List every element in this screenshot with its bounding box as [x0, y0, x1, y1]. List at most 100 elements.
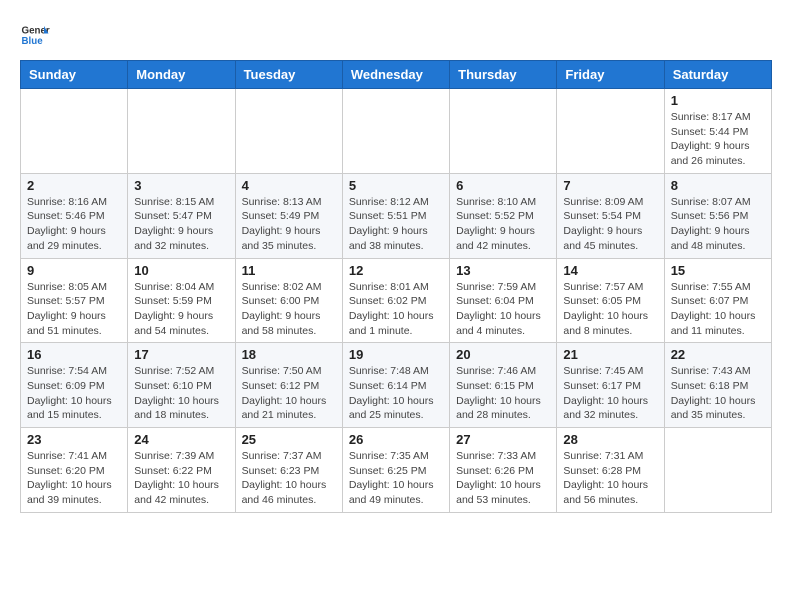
day-number: 24: [134, 432, 228, 447]
day-info: Sunrise: 8:17 AM Sunset: 5:44 PM Dayligh…: [671, 110, 765, 169]
calendar-cell: 20 Sunrise: 7:46 AM Sunset: 6:15 PM Dayli…: [450, 343, 557, 428]
day-number: 19: [349, 347, 443, 362]
day-number: 16: [27, 347, 121, 362]
calendar-cell: [235, 89, 342, 174]
day-info: Sunrise: 8:13 AM Sunset: 5:49 PM Dayligh…: [242, 195, 336, 254]
day-info: Sunrise: 8:01 AM Sunset: 6:02 PM Dayligh…: [349, 280, 443, 339]
day-number: 8: [671, 178, 765, 193]
day-of-week-thursday: Thursday: [450, 61, 557, 89]
day-info: Sunrise: 7:50 AM Sunset: 6:12 PM Dayligh…: [242, 364, 336, 423]
calendar-cell: [342, 89, 449, 174]
calendar-cell: 2 Sunrise: 8:16 AM Sunset: 5:46 PM Daylig…: [21, 173, 128, 258]
week-row-4: 16 Sunrise: 7:54 AM Sunset: 6:09 PM Dayli…: [21, 343, 772, 428]
calendar-cell: 4 Sunrise: 8:13 AM Sunset: 5:49 PM Daylig…: [235, 173, 342, 258]
day-info: Sunrise: 7:46 AM Sunset: 6:15 PM Dayligh…: [456, 364, 550, 423]
day-number: 17: [134, 347, 228, 362]
day-number: 22: [671, 347, 765, 362]
calendar-cell: 28 Sunrise: 7:31 AM Sunset: 6:28 PM Dayli…: [557, 428, 664, 513]
page-header: General Blue: [20, 20, 772, 50]
day-info: Sunrise: 8:04 AM Sunset: 5:59 PM Dayligh…: [134, 280, 228, 339]
week-row-2: 2 Sunrise: 8:16 AM Sunset: 5:46 PM Daylig…: [21, 173, 772, 258]
logo-icon: General Blue: [20, 20, 50, 50]
day-number: 11: [242, 263, 336, 278]
day-number: 28: [563, 432, 657, 447]
day-info: Sunrise: 7:48 AM Sunset: 6:14 PM Dayligh…: [349, 364, 443, 423]
day-of-week-saturday: Saturday: [664, 61, 771, 89]
calendar-cell: 17 Sunrise: 7:52 AM Sunset: 6:10 PM Dayli…: [128, 343, 235, 428]
day-info: Sunrise: 7:31 AM Sunset: 6:28 PM Dayligh…: [563, 449, 657, 508]
day-info: Sunrise: 7:45 AM Sunset: 6:17 PM Dayligh…: [563, 364, 657, 423]
day-number: 27: [456, 432, 550, 447]
calendar-body: 1Sunrise: 8:17 AM Sunset: 5:44 PM Daylig…: [21, 89, 772, 513]
calendar-cell: 19 Sunrise: 7:48 AM Sunset: 6:14 PM Dayli…: [342, 343, 449, 428]
day-of-week-friday: Friday: [557, 61, 664, 89]
calendar-cell: 21 Sunrise: 7:45 AM Sunset: 6:17 PM Dayli…: [557, 343, 664, 428]
day-info: Sunrise: 7:41 AM Sunset: 6:20 PM Dayligh…: [27, 449, 121, 508]
day-info: Sunrise: 7:35 AM Sunset: 6:25 PM Dayligh…: [349, 449, 443, 508]
day-info: Sunrise: 8:15 AM Sunset: 5:47 PM Dayligh…: [134, 195, 228, 254]
day-number: 20: [456, 347, 550, 362]
calendar-cell: [557, 89, 664, 174]
calendar-cell: 27 Sunrise: 7:33 AM Sunset: 6:26 PM Dayli…: [450, 428, 557, 513]
calendar-table: SundayMondayTuesdayWednesdayThursdayFrid…: [20, 60, 772, 513]
calendar-cell: 5Sunrise: 8:12 AM Sunset: 5:51 PM Daylig…: [342, 173, 449, 258]
day-info: Sunrise: 7:52 AM Sunset: 6:10 PM Dayligh…: [134, 364, 228, 423]
day-info: Sunrise: 7:39 AM Sunset: 6:22 PM Dayligh…: [134, 449, 228, 508]
logo: General Blue: [20, 20, 54, 50]
day-info: Sunrise: 7:33 AM Sunset: 6:26 PM Dayligh…: [456, 449, 550, 508]
day-number: 9: [27, 263, 121, 278]
calendar-cell: 22Sunrise: 7:43 AM Sunset: 6:18 PM Dayli…: [664, 343, 771, 428]
calendar-cell: 6 Sunrise: 8:10 AM Sunset: 5:52 PM Daylig…: [450, 173, 557, 258]
day-number: 25: [242, 432, 336, 447]
svg-text:Blue: Blue: [22, 36, 44, 47]
day-info: Sunrise: 8:05 AM Sunset: 5:57 PM Dayligh…: [27, 280, 121, 339]
calendar-cell: 13Sunrise: 7:59 AM Sunset: 6:04 PM Dayli…: [450, 258, 557, 343]
day-number: 12: [349, 263, 443, 278]
day-number: 21: [563, 347, 657, 362]
day-number: 14: [563, 263, 657, 278]
calendar-cell: 23 Sunrise: 7:41 AM Sunset: 6:20 PM Dayli…: [21, 428, 128, 513]
week-row-5: 23 Sunrise: 7:41 AM Sunset: 6:20 PM Dayli…: [21, 428, 772, 513]
day-info: Sunrise: 8:16 AM Sunset: 5:46 PM Dayligh…: [27, 195, 121, 254]
calendar-cell: 1Sunrise: 8:17 AM Sunset: 5:44 PM Daylig…: [664, 89, 771, 174]
calendar-cell: 9 Sunrise: 8:05 AM Sunset: 5:57 PM Daylig…: [21, 258, 128, 343]
calendar-cell: 25 Sunrise: 7:37 AM Sunset: 6:23 PM Dayli…: [235, 428, 342, 513]
day-of-week-tuesday: Tuesday: [235, 61, 342, 89]
day-info: Sunrise: 8:02 AM Sunset: 6:00 PM Dayligh…: [242, 280, 336, 339]
day-number: 15: [671, 263, 765, 278]
calendar-cell: 3 Sunrise: 8:15 AM Sunset: 5:47 PM Daylig…: [128, 173, 235, 258]
day-number: 18: [242, 347, 336, 362]
day-number: 2: [27, 178, 121, 193]
day-info: Sunrise: 8:09 AM Sunset: 5:54 PM Dayligh…: [563, 195, 657, 254]
day-number: 10: [134, 263, 228, 278]
day-of-week-wednesday: Wednesday: [342, 61, 449, 89]
day-number: 4: [242, 178, 336, 193]
day-number: 23: [27, 432, 121, 447]
calendar-cell: [128, 89, 235, 174]
calendar-cell: 7 Sunrise: 8:09 AM Sunset: 5:54 PM Daylig…: [557, 173, 664, 258]
calendar-cell: [664, 428, 771, 513]
calendar-cell: 14Sunrise: 7:57 AM Sunset: 6:05 PM Dayli…: [557, 258, 664, 343]
calendar-cell: 11 Sunrise: 8:02 AM Sunset: 6:00 PM Dayli…: [235, 258, 342, 343]
day-info: Sunrise: 8:10 AM Sunset: 5:52 PM Dayligh…: [456, 195, 550, 254]
day-info: Sunrise: 7:54 AM Sunset: 6:09 PM Dayligh…: [27, 364, 121, 423]
day-info: Sunrise: 7:59 AM Sunset: 6:04 PM Dayligh…: [456, 280, 550, 339]
day-of-week-sunday: Sunday: [21, 61, 128, 89]
day-of-week-monday: Monday: [128, 61, 235, 89]
day-number: 7: [563, 178, 657, 193]
calendar-header: SundayMondayTuesdayWednesdayThursdayFrid…: [21, 61, 772, 89]
calendar-cell: 8 Sunrise: 8:07 AM Sunset: 5:56 PM Daylig…: [664, 173, 771, 258]
day-info: Sunrise: 7:37 AM Sunset: 6:23 PM Dayligh…: [242, 449, 336, 508]
day-number: 5: [349, 178, 443, 193]
day-number: 3: [134, 178, 228, 193]
day-info: Sunrise: 7:55 AM Sunset: 6:07 PM Dayligh…: [671, 280, 765, 339]
week-row-3: 9 Sunrise: 8:05 AM Sunset: 5:57 PM Daylig…: [21, 258, 772, 343]
calendar-cell: 18 Sunrise: 7:50 AM Sunset: 6:12 PM Dayli…: [235, 343, 342, 428]
day-info: Sunrise: 8:07 AM Sunset: 5:56 PM Dayligh…: [671, 195, 765, 254]
day-number: 26: [349, 432, 443, 447]
calendar-cell: [21, 89, 128, 174]
week-row-1: 1Sunrise: 8:17 AM Sunset: 5:44 PM Daylig…: [21, 89, 772, 174]
day-number: 6: [456, 178, 550, 193]
calendar-cell: 10 Sunrise: 8:04 AM Sunset: 5:59 PM Dayli…: [128, 258, 235, 343]
calendar-cell: [450, 89, 557, 174]
